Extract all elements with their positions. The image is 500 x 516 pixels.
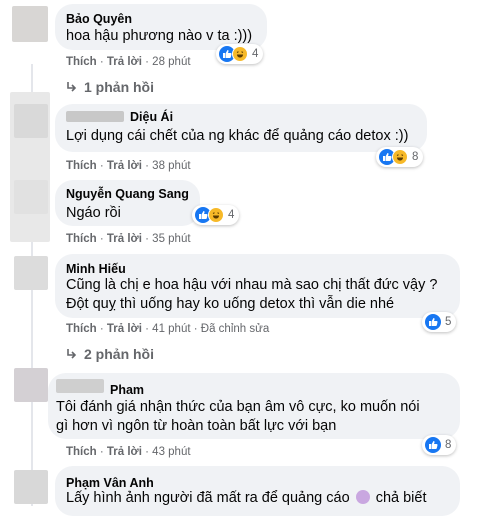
- reply-button[interactable]: Trả lời: [107, 160, 142, 172]
- reaction-summary[interactable]: 8: [422, 435, 457, 455]
- reply-arrow-icon: [67, 82, 77, 92]
- comment-author[interactable]: Diệu Ái: [130, 110, 173, 124]
- reply-button[interactable]: Trả lời: [107, 446, 142, 458]
- avatar[interactable]: [14, 470, 48, 504]
- like-button[interactable]: Thích: [66, 323, 97, 335]
- comment-actions: Thích · Trả lời · 43 phút: [66, 446, 191, 458]
- reaction-summary[interactable]: 4: [216, 44, 264, 64]
- reaction-summary[interactable]: 5: [422, 312, 457, 332]
- reaction-count: 4: [228, 209, 235, 221]
- reaction-count: 4: [252, 48, 259, 60]
- comment-text-line2: gì hơn vì ngôn từ hoàn toàn bất lực với …: [56, 418, 337, 434]
- comment-text-line1: Cũng là chị e hoa hậu với nhau mà sao ch…: [66, 277, 438, 293]
- like-button[interactable]: Thích: [66, 233, 97, 245]
- comment-author[interactable]: Minh Hiếu: [66, 262, 126, 276]
- reply-arrow-icon: [67, 349, 77, 359]
- view-replies-button[interactable]: 2 phản hồi: [66, 346, 154, 362]
- like-button[interactable]: Thích: [66, 56, 97, 68]
- comment-actions: Thích · Trả lời · 35 phút: [66, 233, 191, 245]
- view-replies-button[interactable]: 1 phản hồi: [66, 79, 154, 95]
- comment-text: Lấy hình ảnh người đã mất ra để quảng cá…: [66, 490, 427, 506]
- avatar[interactable]: [14, 180, 48, 214]
- comment-actions: Thích · Trả lời · 28 phút: [66, 56, 191, 68]
- comment-actions: Thích · Trả lời · 38 phút: [66, 160, 191, 172]
- reply-button[interactable]: Trả lời: [107, 56, 142, 68]
- timestamp[interactable]: 28 phút: [152, 56, 190, 68]
- comment-author[interactable]: Nguyễn Quang Sang: [66, 187, 189, 201]
- girl-shrug-emoji: [355, 490, 370, 504]
- redacted-name: [66, 111, 124, 122]
- avatar[interactable]: [12, 6, 48, 42]
- comment-text: Ngáo rồi: [66, 205, 121, 221]
- comment-text: Lợi dụng cái chết của ng khác để quảng c…: [66, 128, 409, 144]
- comment-text: hoa hậu phương nào v ta :))): [66, 28, 253, 44]
- reaction-count: 8: [412, 151, 419, 163]
- like-button[interactable]: Thích: [66, 446, 97, 458]
- reaction-count: 5: [445, 316, 452, 328]
- timestamp[interactable]: 38 phút: [152, 160, 190, 172]
- reaction-count: 8: [445, 439, 452, 451]
- edited-label[interactable]: Đã chỉnh sửa: [201, 323, 269, 335]
- laughing-face-icon: [232, 46, 248, 62]
- avatar[interactable]: [14, 256, 48, 290]
- laughing-face-icon: [208, 207, 224, 223]
- redacted-name: [56, 379, 104, 393]
- thumbs-up-icon: [425, 314, 441, 330]
- timestamp[interactable]: 41 phút: [152, 323, 190, 335]
- like-button[interactable]: Thích: [66, 160, 97, 172]
- timestamp[interactable]: 43 phút: [152, 446, 190, 458]
- comment-author[interactable]: Pham: [110, 383, 144, 397]
- avatar[interactable]: [14, 104, 48, 138]
- timestamp[interactable]: 35 phút: [152, 233, 190, 245]
- comment-actions: Thích · Trả lời · 41 phút · Đã chỉnh sửa: [66, 323, 270, 335]
- reaction-summary[interactable]: 4: [192, 205, 240, 225]
- thumbs-up-icon: [425, 437, 441, 453]
- reaction-summary[interactable]: 8: [376, 147, 424, 167]
- avatar[interactable]: [14, 368, 48, 402]
- reply-button[interactable]: Trả lời: [107, 233, 142, 245]
- comment-text-line1: Tôi đánh giá nhận thức của bạn âm vô cực…: [56, 399, 420, 415]
- comment-text-line2: Đột quỵ thì uống hay ko uống detox thì v…: [66, 296, 395, 312]
- reply-button[interactable]: Trả lời: [107, 323, 142, 335]
- comment-author[interactable]: Bảo Quyên: [66, 12, 132, 26]
- laughing-face-icon: [392, 149, 408, 165]
